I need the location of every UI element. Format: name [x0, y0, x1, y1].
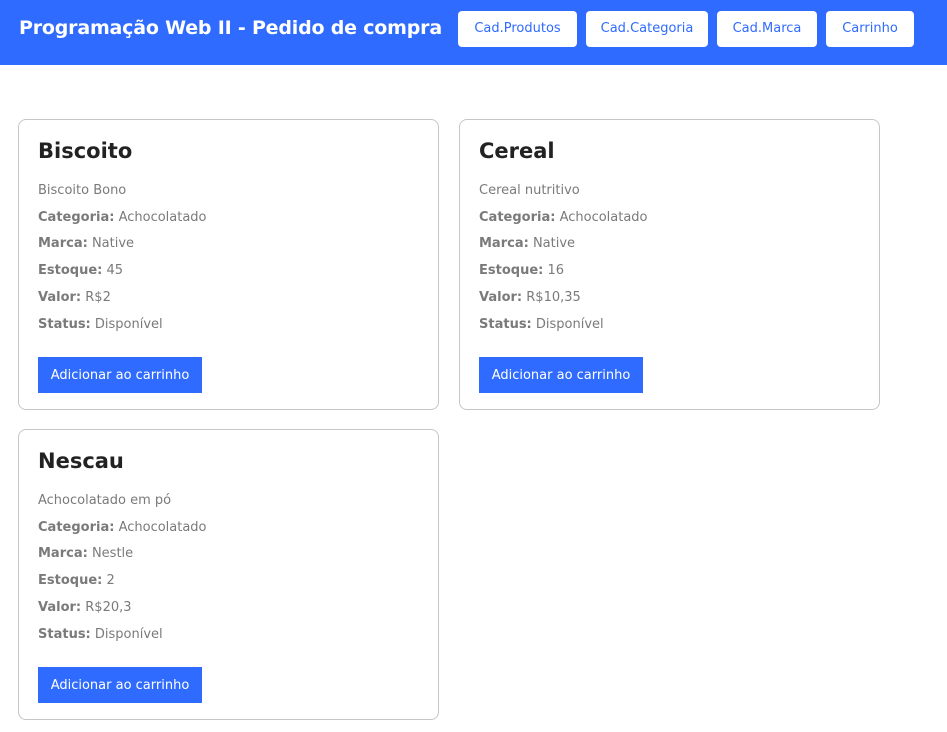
brand-label: Marca:	[38, 546, 88, 561]
category-label: Categoria:	[38, 520, 115, 535]
price-value: R$20,3	[85, 600, 132, 615]
category-label: Categoria:	[38, 210, 115, 225]
price-label: Valor:	[38, 290, 82, 305]
brand-label: Marca:	[479, 236, 529, 251]
product-brand: Marca: Native	[479, 236, 575, 251]
product-brand: Marca: Native	[38, 236, 134, 251]
product-status: Status: Disponível	[479, 317, 604, 332]
nav-cad-produtos-button[interactable]: Cad.Produtos	[458, 11, 577, 47]
product-description: Biscoito Bono	[38, 183, 127, 198]
product-price: Valor: R$10,35	[479, 290, 581, 305]
status-label: Status:	[38, 627, 91, 642]
stock-label: Estoque:	[38, 263, 103, 278]
product-stock: Estoque: 45	[38, 263, 123, 278]
nav-cad-marca-button[interactable]: Cad.Marca	[717, 11, 817, 47]
product-name: Nescau	[38, 449, 124, 473]
product-description: Achocolatado em pó	[38, 493, 172, 508]
product-category: Categoria: Achocolatado	[479, 210, 648, 225]
category-value: Achocolatado	[118, 520, 207, 535]
status-value: Disponível	[535, 317, 604, 332]
stock-label: Estoque:	[479, 263, 544, 278]
product-price: Valor: R$20,3	[38, 600, 132, 615]
product-card: Cereal Cereal nutritivo Categoria: Achoc…	[459, 119, 880, 410]
category-value: Achocolatado	[118, 210, 207, 225]
status-label: Status:	[479, 317, 532, 332]
add-to-cart-button[interactable]: Adicionar ao carrinho	[38, 357, 202, 393]
stock-value: 16	[547, 263, 565, 278]
price-value: R$10,35	[526, 290, 581, 305]
nav-cad-categoria-button[interactable]: Cad.Categoria	[586, 11, 708, 47]
price-value: R$2	[85, 290, 111, 305]
price-label: Valor:	[479, 290, 523, 305]
product-status: Status: Disponível	[38, 317, 163, 332]
product-stock: Estoque: 2	[38, 573, 115, 588]
status-value: Disponível	[94, 627, 163, 642]
top-navbar: Programação Web II - Pedido de compra Ca…	[0, 0, 947, 65]
nav-carrinho-button[interactable]: Carrinho	[826, 11, 914, 47]
product-price: Valor: R$2	[38, 290, 111, 305]
product-card: Biscoito Biscoito Bono Categoria: Achoco…	[18, 119, 439, 410]
stock-value: 2	[106, 573, 115, 588]
brand-label: Marca:	[38, 236, 88, 251]
product-category: Categoria: Achocolatado	[38, 210, 207, 225]
status-value: Disponível	[94, 317, 163, 332]
product-stock: Estoque: 16	[479, 263, 564, 278]
brand-value: Native	[91, 236, 135, 251]
product-category: Categoria: Achocolatado	[38, 520, 207, 535]
stock-label: Estoque:	[38, 573, 103, 588]
app-title: Programação Web II - Pedido de compra	[19, 17, 442, 39]
product-card: Nescau Achocolatado em pó Categoria: Ach…	[18, 429, 439, 720]
product-brand: Marca: Nestle	[38, 546, 133, 561]
add-to-cart-button[interactable]: Adicionar ao carrinho	[38, 667, 202, 703]
brand-value: Nestle	[91, 546, 134, 561]
product-name: Biscoito	[38, 139, 133, 163]
price-label: Valor:	[38, 600, 82, 615]
add-to-cart-button[interactable]: Adicionar ao carrinho	[479, 357, 643, 393]
product-status: Status: Disponível	[38, 627, 163, 642]
product-description: Cereal nutritivo	[479, 183, 580, 198]
brand-value: Native	[532, 236, 576, 251]
product-name: Cereal	[479, 139, 555, 163]
stock-value: 45	[106, 263, 124, 278]
status-label: Status:	[38, 317, 91, 332]
category-label: Categoria:	[479, 210, 556, 225]
category-value: Achocolatado	[559, 210, 648, 225]
